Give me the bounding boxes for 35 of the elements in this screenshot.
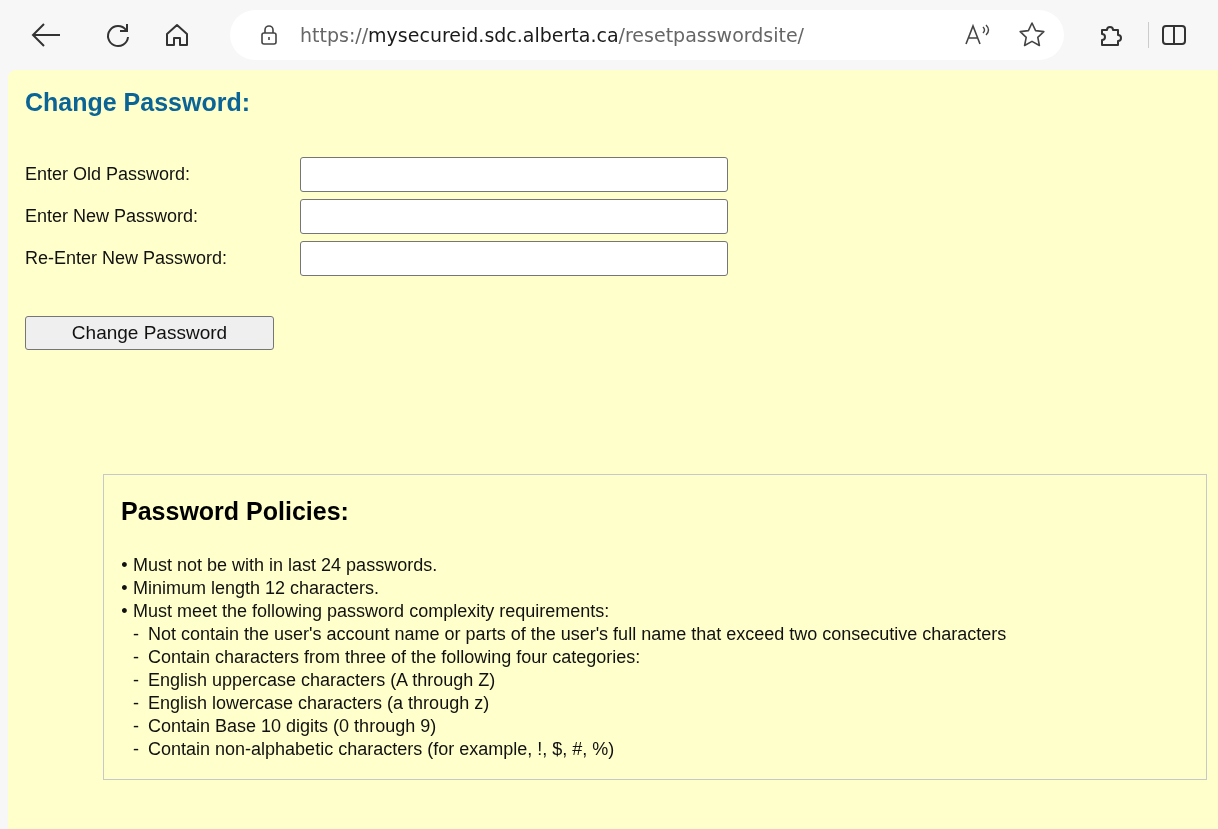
list-marker: •	[120, 577, 129, 600]
list-marker: -	[132, 646, 140, 669]
list-marker: -	[132, 738, 140, 761]
read-aloud-icon[interactable]	[964, 23, 992, 47]
lock-icon[interactable]	[260, 24, 278, 46]
policy-text: Contain non-alphabetic characters (for example, !, $, #, %)	[148, 738, 615, 761]
back-icon[interactable]	[30, 21, 62, 49]
policy-text: Contain characters from three of the following four categories:	[148, 646, 641, 669]
list-marker: -	[132, 692, 140, 715]
policy-text: Must meet the following password complexity requirements:	[133, 600, 610, 623]
home-icon[interactable]	[164, 22, 190, 48]
password-field[interactable]	[300, 157, 728, 192]
reload-icon[interactable]	[104, 21, 132, 49]
field-label: Enter New Password:	[25, 206, 200, 227]
list-marker: -	[132, 669, 140, 692]
password-field[interactable]	[300, 241, 728, 276]
list-marker: •	[120, 600, 129, 623]
policy-text: Contain Base 10 digits (0 through 9)	[148, 715, 437, 738]
password-field[interactable]	[300, 199, 728, 234]
field-label: Enter Old Password:	[25, 164, 192, 185]
list-marker: -	[132, 715, 140, 738]
policy-text: English lowercase characters (a through z)	[148, 692, 490, 715]
star-icon[interactable]	[1018, 21, 1046, 49]
address-bar[interactable]: https://mysecureid.sdc.alberta.ca/resetpasswordsite/	[230, 10, 1064, 60]
change-password-button[interactable]: Change Password	[25, 316, 274, 350]
policy-text: Not contain the user's account name or parts of the user's full name that exceed two consecutive characters	[148, 623, 1007, 646]
page-title: Change Password:	[25, 88, 251, 117]
policy-title: Password Policies:	[121, 497, 349, 526]
policy-text: Minimum length 12 characters.	[133, 577, 380, 600]
list-marker: -	[132, 623, 140, 646]
policy-text: Must not be with in last 24 passwords.	[133, 554, 438, 577]
policy-text: English uppercase characters (A through Z)	[148, 669, 496, 692]
list-marker: •	[120, 554, 129, 577]
field-label: Re-Enter New Password:	[25, 248, 229, 269]
split-screen-icon[interactable]	[1161, 23, 1187, 47]
